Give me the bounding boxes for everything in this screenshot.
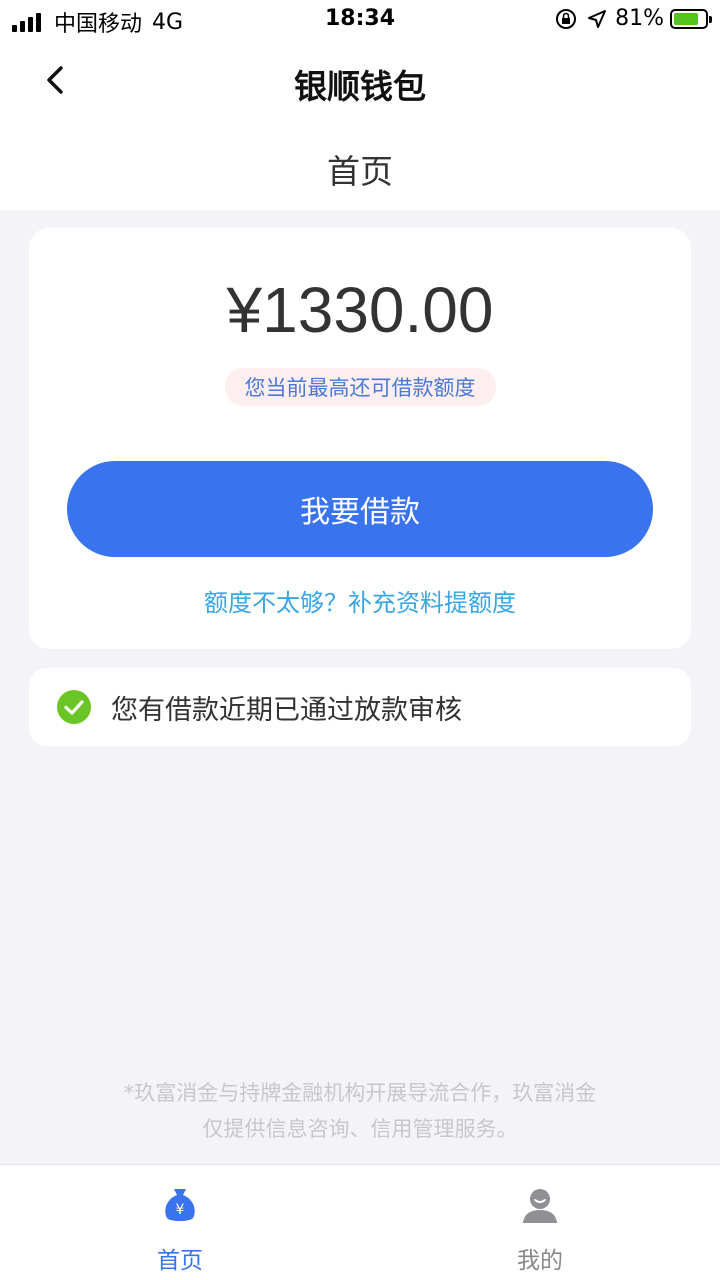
tab-home[interactable]: ¥ 首页 <box>80 1165 280 1280</box>
disclaimer-line-2: 仅提供信息咨询、信用管理服务。 <box>202 1117 518 1141</box>
approval-notice[interactable]: 您有借款近期已通过放款审核 <box>29 668 691 746</box>
orientation-lock-icon <box>556 8 577 29</box>
tab-home-label: 首页 <box>157 1248 203 1274</box>
svg-text:¥: ¥ <box>176 1202 185 1218</box>
borrow-button[interactable]: 我要借款 <box>67 461 653 557</box>
battery-fill <box>674 12 699 25</box>
nav-bar: 银顺钱包 <box>0 44 720 116</box>
tab-mine-label: 我的 <box>517 1248 563 1274</box>
location-icon <box>588 9 607 28</box>
check-circle-icon <box>57 690 91 724</box>
disclaimer: *玖富消金与持牌金融机构开展导流合作，玖富消金 仅提供信息咨询、信用管理服务。 <box>60 1075 660 1147</box>
tab-bar: ¥ 首页 我的 <box>0 1164 720 1280</box>
battery-icon <box>670 8 712 29</box>
raise-quota-link[interactable]: 额度不太够？补充资料提额度 <box>29 583 691 618</box>
quota-hint-wrap: 您当前最高还可借款额度 <box>29 368 691 406</box>
app-title: 银顺钱包 <box>294 67 426 106</box>
tab-mine[interactable]: 我的 <box>440 1165 640 1280</box>
user-icon <box>523 1189 557 1223</box>
quota-hint: 您当前最高还可借款额度 <box>224 368 496 406</box>
credit-amount: ¥1330.00 <box>226 274 494 346</box>
loan-card: ¥1330.00 您当前最高还可借款额度 我要借款 额度不太够？补充资料提额度 <box>29 228 691 649</box>
status-bar: 中国移动 4G 18:34 81% <box>0 0 720 40</box>
status-right: 81% <box>555 6 712 31</box>
money-bag-icon: ¥ <box>165 1189 195 1221</box>
page-title: 首页 <box>327 152 393 191</box>
disclaimer-line-1: *玖富消金与持牌金融机构开展导流合作，玖富消金 <box>123 1081 597 1105</box>
battery-percent: 81% <box>615 6 664 31</box>
notice-text: 您有借款近期已通过放款审核 <box>111 694 462 726</box>
